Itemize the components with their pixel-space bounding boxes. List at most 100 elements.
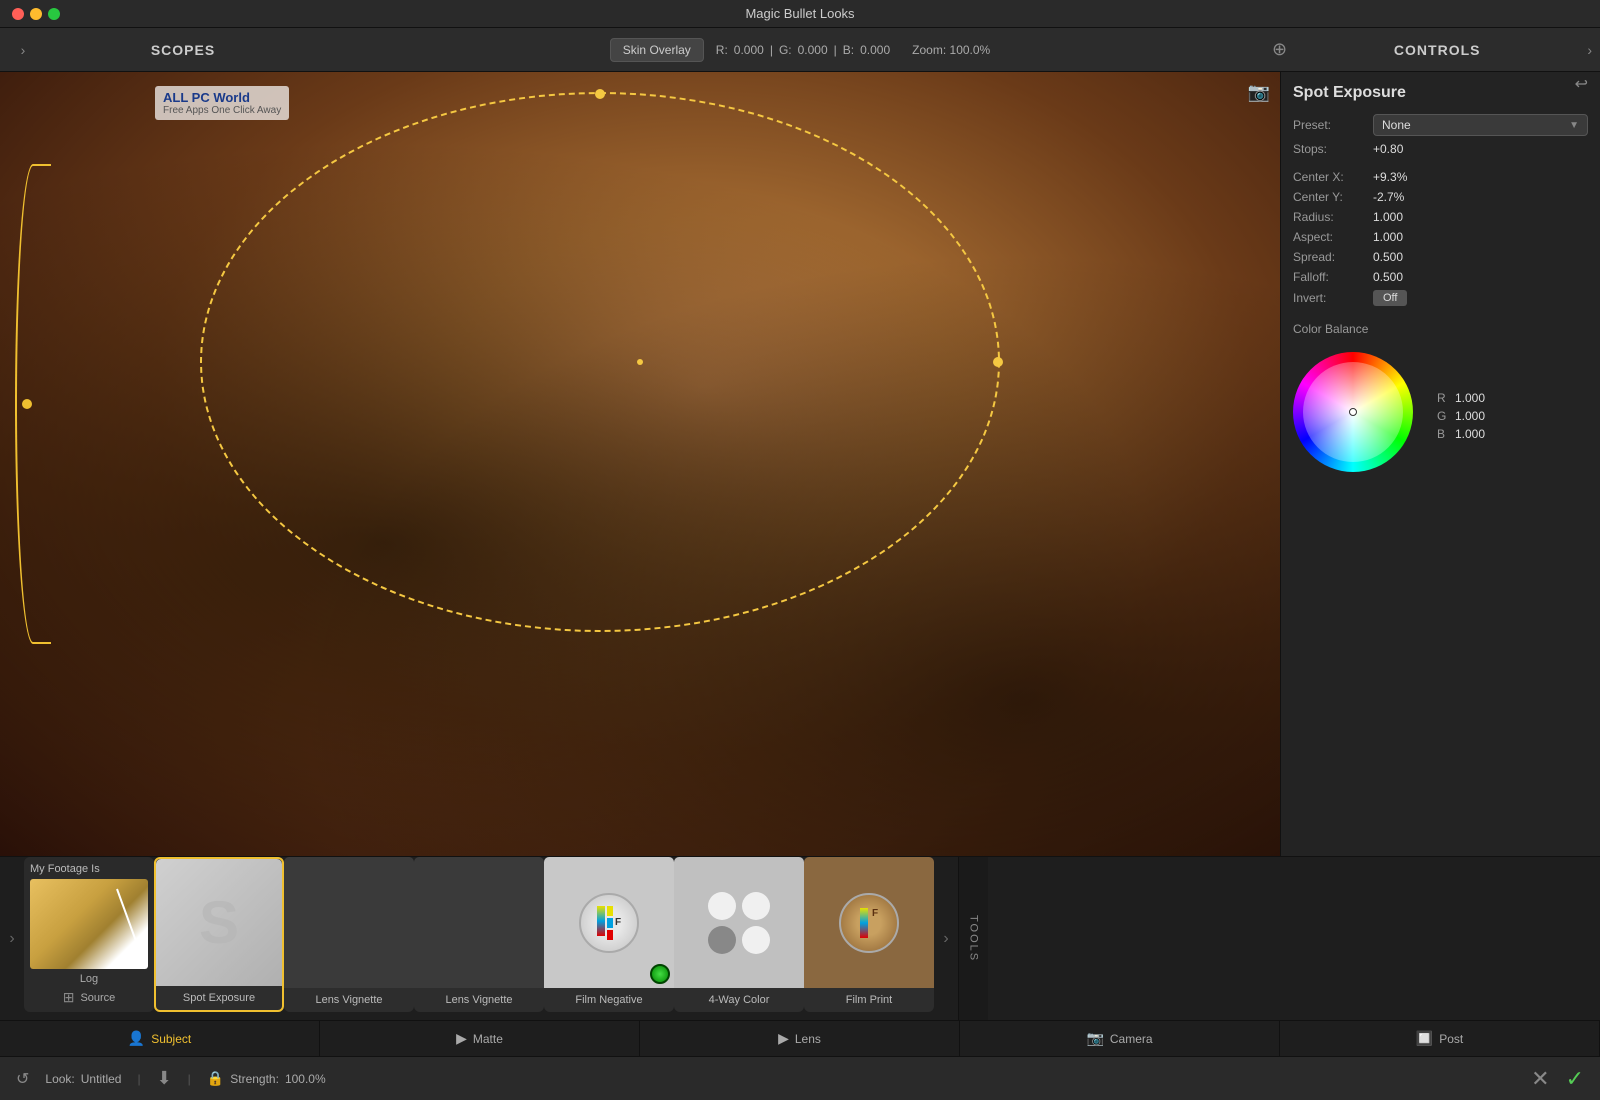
lens-vignette1-thumbnail [284,857,414,988]
status-look: Look: Untitled [45,1072,121,1086]
effect-card-film-negative[interactable]: ✕ F [544,857,674,1012]
zoom-label: Zoom: 100.0% [912,43,990,57]
separator1: | [770,43,773,57]
b-label: B: [843,43,854,57]
color-wheel-cursor[interactable] [1349,408,1357,416]
separator2: | [834,43,837,57]
controls-nav-right[interactable]: › [1587,42,1592,58]
top-toolbar: › SCOPES Skin Overlay R: 0.000 | G: 0.00… [0,28,1600,72]
zoom-value: 100.0% [950,43,991,57]
lens-tab-label: Lens [795,1032,821,1046]
strip-nav-right-button[interactable]: › [934,857,958,1020]
toolbar-center: Skin Overlay R: 0.000 | G: 0.000 | B: 0.… [328,38,1272,62]
thumb-curve-line [116,889,145,965]
color-wheel-wrapper[interactable] [1293,352,1421,480]
strip-nav-left-button[interactable]: › [0,857,24,1020]
arc-handle-dot [22,399,32,409]
falloff-row: Falloff: 0.500 [1293,270,1588,284]
save-button[interactable]: ⬇ [157,1068,172,1089]
status-strength: 🔒 Strength: 100.0% [207,1070,326,1087]
look-label: Look: [45,1072,74,1086]
scopes-label: SCOPES [38,42,328,58]
falloff-label: Falloff: [1293,270,1373,284]
camera-tab-label: Camera [1110,1032,1153,1046]
aspect-label: Aspect: [1293,230,1373,244]
center-y-row: Center Y: -2.7% [1293,190,1588,204]
status-bar: ↺ Look: Untitled | ⬇ | 🔒 Strength: 100.0… [0,1056,1600,1100]
radius-row: Radius: 1.000 [1293,210,1588,224]
tab-matte[interactable]: ▶ Matte [320,1021,640,1056]
confirm-button[interactable]: ✓ [1566,1066,1584,1092]
preview-image: ALL PC World Free Apps One Click Away 📷 [0,72,1280,856]
invert-label: Invert: [1293,291,1373,305]
subject-tab-label: Subject [151,1032,191,1046]
g-value: 0.000 [798,43,828,57]
preset-row: Preset: None ▼ [1293,114,1588,136]
chevron-down-icon: ▼ [1569,120,1579,131]
undo-button[interactable]: ↩ [1575,74,1588,94]
film-negative-label: Film Negative [575,994,642,1006]
color-picker-icon[interactable]: ⊕ [1272,39,1287,60]
strip-tabs: 👤 Subject ▶ Matte ▶ Lens 📷 Camera 🔲 Post [0,1020,1600,1056]
center-y-label: Center Y: [1293,190,1373,204]
lens-icon: ▶ [778,1030,789,1047]
color-wheel[interactable] [1293,352,1413,472]
controls-label: CONTROLS [1295,42,1579,58]
matte-tab-label: Matte [473,1032,503,1046]
maximize-button[interactable] [48,8,60,20]
invert-toggle[interactable]: Off [1373,290,1407,306]
face-background [0,72,1280,856]
window-controls[interactable] [12,8,60,20]
source-card[interactable]: My Footage Is Log ⊞ Source [24,857,154,1012]
matte-icon: ▶ [456,1030,467,1047]
skin-overlay-button[interactable]: Skin Overlay [610,38,704,62]
effect-card-film-print[interactable]: ✕ F Film Print [804,857,934,1012]
4way-color-label: 4-Way Color [709,994,770,1006]
titlebar: Magic Bullet Looks [0,0,1600,28]
nav-left-button[interactable]: › [8,35,38,65]
g-channel-label: G [1437,409,1449,423]
center-x-row: Center X: +9.3% [1293,170,1588,184]
b-value: 0.000 [860,43,890,57]
effect-card-lens-vignette-1[interactable]: ✕ Lens Vignette [284,857,414,1012]
spread-value: 0.500 [1373,250,1588,264]
film-print-thumbnail: F [804,857,934,988]
effect-card-spot-exposure[interactable]: ✕ S Spot Exposure [154,857,284,1012]
watermark: ALL PC World Free Apps One Click Away [155,86,289,120]
minimize-button[interactable] [30,8,42,20]
r-label: R: [716,43,728,57]
look-value: Untitled [81,1072,122,1086]
tab-camera[interactable]: 📷 Camera [960,1021,1280,1056]
source-label: Source [80,992,115,1004]
lens-vignette1-label: Lens Vignette [315,994,382,1006]
effect-card-4way-color[interactable]: ✕ 4-Way Color [674,857,804,1012]
spot-thumb-bg: S [156,859,282,986]
close-button[interactable] [12,8,24,20]
rgb-values: R 1.000 G 1.000 B 1.000 [1437,391,1485,441]
source-card-bottom: ⊞ Source [63,989,116,1006]
g-row: G 1.000 [1437,409,1485,423]
b-row: B 1.000 [1437,427,1485,441]
status-actions: ✕ ✓ [1531,1066,1584,1092]
g-channel-value: 1.000 [1455,409,1485,423]
green-circle-icon [650,964,670,984]
4way-thumbnail [674,857,804,988]
film-negative-thumbnail: F [544,857,674,988]
stops-row: Stops: +0.80 [1293,142,1588,156]
tab-post[interactable]: 🔲 Post [1280,1021,1600,1056]
tab-subject[interactable]: 👤 Subject [0,1021,320,1056]
source-card-title: My Footage Is [30,863,100,875]
b-channel-value: 1.000 [1455,427,1485,441]
camera-snapshot-button[interactable]: 📷 [1248,82,1270,103]
strength-value: 100.0% [285,1072,326,1086]
falloff-value: 0.500 [1373,270,1588,284]
lock-icon: 🔒 [207,1070,224,1087]
reset-button[interactable]: ↺ [16,1069,29,1089]
source-icon: ⊞ [63,989,75,1006]
preset-dropdown[interactable]: None ▼ [1373,114,1588,136]
tab-lens[interactable]: ▶ Lens [640,1021,960,1056]
cancel-button[interactable]: ✕ [1531,1066,1549,1092]
film-print-label: Film Print [846,994,892,1006]
stops-value: +0.80 [1373,142,1588,156]
effect-card-lens-vignette-2[interactable]: ✕ Lens Vignette [414,857,544,1012]
